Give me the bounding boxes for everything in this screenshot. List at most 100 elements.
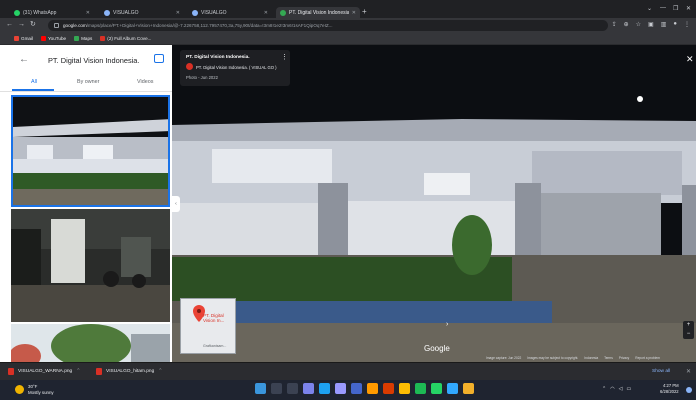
url-text: google.com/maps/place/PT.+Digital+Vision… bbox=[63, 23, 333, 28]
wifi-icon[interactable]: ◠ bbox=[610, 386, 614, 392]
close-tab-icon[interactable]: ✕ bbox=[176, 10, 180, 16]
photo-share-icon[interactable] bbox=[154, 54, 164, 63]
photo-thumbnail[interactable] bbox=[11, 324, 170, 362]
chevron-up-icon[interactable]: ⌃ bbox=[602, 386, 606, 392]
photos-panel: ← PT. Digital Vision Indonesia. All By o… bbox=[0, 45, 172, 362]
share-icon[interactable]: ⇪ bbox=[612, 21, 617, 28]
chevron-down-icon[interactable]: ⌄ bbox=[647, 5, 652, 12]
chevron-up-icon[interactable]: ⌃ bbox=[76, 369, 80, 374]
close-icon[interactable]: ✕ bbox=[686, 55, 694, 64]
back-icon[interactable]: ← bbox=[6, 21, 13, 29]
viewer-status-bar: Image capture: Jun 2022 Images may be su… bbox=[486, 356, 660, 360]
app-icon[interactable] bbox=[463, 383, 474, 394]
battery-icon[interactable]: ▭ bbox=[626, 386, 631, 392]
download-item[interactable]: VISUALGO_WARNA.png ⌃ bbox=[8, 368, 80, 375]
sidebar-icon[interactable]: ▥ bbox=[661, 21, 667, 28]
tab-videos[interactable]: Videos bbox=[137, 79, 153, 85]
browser-tab-visualgo-2[interactable]: VISUALGO ✕ bbox=[188, 7, 272, 18]
chevron-up-icon[interactable]: ⌃ bbox=[158, 369, 162, 374]
zoom-icon[interactable]: ⊕ bbox=[624, 21, 629, 28]
bookmark-gmail[interactable]: Gmail bbox=[14, 36, 33, 41]
app-icon[interactable] bbox=[351, 383, 362, 394]
address-bar[interactable]: google.com/maps/place/PT.+Digital+Vision… bbox=[48, 20, 608, 31]
notification-icon[interactable] bbox=[686, 387, 692, 393]
browser-tab-strip: (31) WhatsApp ✕ VISUALGO ✕ VISUALGO ✕ PT… bbox=[0, 0, 696, 18]
weather-widget[interactable]: 30°F Mostly sunny bbox=[28, 384, 54, 395]
file-icon bbox=[8, 368, 14, 375]
show-all-downloads-link[interactable]: Show all bbox=[652, 369, 670, 374]
youtube-icon bbox=[100, 36, 106, 41]
privacy-link[interactable]: Privacy bbox=[619, 356, 629, 360]
edge-icon[interactable] bbox=[319, 383, 330, 394]
tab-by-owner[interactable]: By owner bbox=[77, 79, 99, 85]
spotify-icon[interactable] bbox=[415, 383, 426, 394]
downloads-bar: VISUALGO_WARNA.png ⌃ VISUALGO_hitam.png … bbox=[0, 362, 696, 380]
search-icon[interactable] bbox=[271, 383, 282, 394]
app-icon[interactable] bbox=[383, 383, 394, 394]
tab-all[interactable]: All bbox=[31, 79, 37, 85]
arrow-back-icon[interactable]: ← bbox=[19, 55, 29, 65]
browser-toolbar: ← → ↻ google.com/maps/place/PT.+Digital+… bbox=[0, 18, 696, 33]
task-view-icon[interactable] bbox=[287, 383, 298, 394]
browser-tab-visualgo-1[interactable]: VISUALGO ✕ bbox=[100, 7, 184, 18]
trees-photo bbox=[11, 324, 170, 362]
image-capture-date: Image capture: Jun 2022 bbox=[486, 356, 522, 360]
toolbar-icons: ⇪ ⊕ ☆ ▣ ▥ ● ⋮ bbox=[612, 21, 690, 28]
premiere-icon[interactable] bbox=[335, 383, 346, 394]
street-view-image[interactable] bbox=[172, 45, 696, 362]
whatsapp-icon[interactable] bbox=[431, 383, 442, 394]
bookmark-youtube[interactable]: YouTube bbox=[41, 36, 66, 41]
chrome-icon[interactable] bbox=[399, 383, 410, 394]
photo-info-card[interactable]: PT. Digital Vision Indonesia. PT. Digita… bbox=[180, 50, 290, 86]
windows-start-icon[interactable] bbox=[255, 383, 266, 394]
panel-header: ← PT. Digital Vision Indonesia. bbox=[0, 45, 172, 75]
close-tab-icon[interactable]: ✕ bbox=[264, 10, 268, 16]
copyright-notice: Images may be subject to copyright. bbox=[527, 356, 579, 360]
menu-icon[interactable]: ⋮ bbox=[684, 21, 690, 28]
navigate-arrow-icon[interactable]: › bbox=[446, 321, 448, 328]
zoom-control[interactable]: + − bbox=[683, 321, 694, 339]
more-options-icon[interactable]: ⋮ bbox=[281, 53, 288, 61]
extension-icon[interactable]: ▣ bbox=[648, 21, 654, 28]
system-tray: ⌃ ◠ ◁ ▭ bbox=[602, 386, 631, 392]
close-tab-icon[interactable]: ✕ bbox=[352, 10, 356, 16]
close-icon[interactable]: ✕ bbox=[686, 368, 691, 375]
browser-tab-whatsapp[interactable]: (31) WhatsApp ✕ bbox=[10, 7, 94, 18]
illustrator-icon[interactable] bbox=[367, 383, 378, 394]
sun-icon bbox=[15, 385, 24, 394]
minimap-footer: Grafkanisam... bbox=[203, 344, 227, 348]
reload-icon[interactable]: ↻ bbox=[30, 21, 36, 29]
tab-selected-indicator bbox=[12, 89, 54, 91]
photo-tabs: All By owner Videos bbox=[0, 76, 172, 92]
volume-icon[interactable]: ◁ bbox=[619, 386, 623, 392]
close-tab-icon[interactable]: ✕ bbox=[86, 10, 90, 16]
bookmark-maps[interactable]: Maps bbox=[74, 36, 92, 41]
maps-icon bbox=[74, 36, 80, 41]
minimize-icon[interactable]: — bbox=[660, 5, 666, 11]
bookmark-album[interactable]: (2) Full Album Cove... bbox=[100, 36, 151, 41]
terms-link[interactable]: Terms bbox=[604, 356, 613, 360]
forward-icon[interactable]: → bbox=[18, 21, 25, 29]
download-item[interactable]: VISUALGO_hitam.png ⌃ bbox=[96, 368, 162, 375]
browser-tab-maps[interactable]: PT. Digital Vision Indonesia - Go... ✕ bbox=[276, 7, 360, 18]
minimap-label: PT. Digital Vision In... bbox=[203, 313, 225, 323]
bookmark-star-icon[interactable]: ☆ bbox=[636, 21, 641, 28]
minimap[interactable]: PT. Digital Vision In... Grafkanisam... bbox=[180, 298, 236, 354]
globe-icon bbox=[104, 9, 110, 16]
photo-thumbnail[interactable] bbox=[11, 95, 170, 207]
maximize-icon[interactable]: ❐ bbox=[673, 5, 678, 12]
clock[interactable]: 4:27 PM 6/28/2022 bbox=[660, 383, 679, 395]
report-problem-link[interactable]: Report a problem bbox=[635, 356, 660, 360]
chat-icon[interactable] bbox=[303, 383, 314, 394]
collapse-panel-button[interactable]: ‹ bbox=[172, 196, 180, 212]
close-window-icon[interactable]: ✕ bbox=[686, 5, 691, 12]
photoshop-icon[interactable] bbox=[447, 383, 458, 394]
photo-thumbnail[interactable] bbox=[11, 209, 170, 322]
avatar bbox=[186, 63, 193, 70]
country-link[interactable]: Indonesia bbox=[584, 356, 598, 360]
new-tab-button[interactable]: + bbox=[362, 8, 367, 16]
photo-owner[interactable]: PT. Digital Vision Indonesia. ( VISUAL G… bbox=[196, 65, 277, 70]
photo-info-title: PT. Digital Vision Indonesia. bbox=[186, 55, 250, 60]
google-logo: Google bbox=[424, 344, 450, 353]
profile-icon[interactable]: ● bbox=[673, 21, 677, 28]
